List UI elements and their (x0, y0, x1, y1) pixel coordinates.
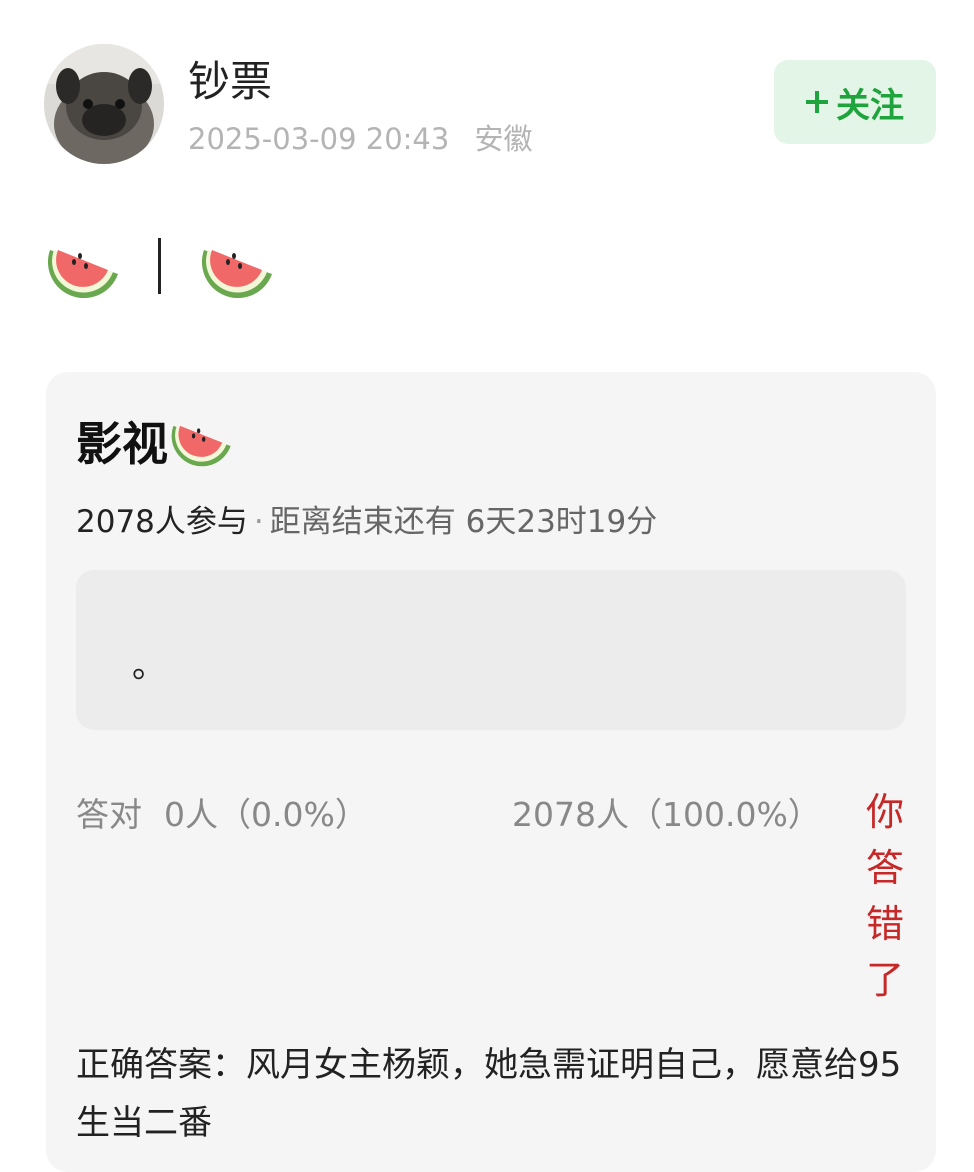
avatar[interactable] (44, 44, 164, 164)
countdown: 距离结束还有 6天23时19分 (269, 504, 658, 540)
pug-avatar-icon (44, 44, 164, 164)
plus-icon (806, 91, 828, 113)
quiz-title: 影视 (76, 408, 234, 474)
quiz-option[interactable]: 。 (76, 570, 906, 730)
correct-label: 答对 (76, 795, 142, 834)
correct-answer-text: 正确答案：风月女主杨颖，她急需证明自己，愿意给95生当二番 (76, 1045, 902, 1143)
follow-button[interactable]: 关注 (774, 60, 936, 144)
participant-count: 2078人参与 (76, 504, 248, 540)
author-name[interactable]: 钞票 (188, 48, 272, 109)
correct-value: 0人（0.0%） (164, 795, 368, 834)
quiz-card[interactable]: 影视 2078人参与 · 距离结束还有 6天23时19分 。 答对 0人（0.0%） … (46, 372, 936, 1172)
wrong-answer-label: 你答错了 (866, 790, 905, 1002)
option-text: 。 (132, 646, 166, 686)
watermelon-icon (171, 425, 231, 467)
text-divider (158, 238, 161, 294)
follow-label: 关注 (836, 85, 904, 126)
wrong-stat: 2078人（100.0%） (512, 795, 821, 834)
correct-stat: 答对 0人（0.0%） (76, 788, 368, 836)
post-location: 安徽 (474, 122, 533, 156)
watermelon-icon (47, 250, 118, 299)
stats-separator: · (253, 504, 264, 540)
quiz-title-text: 影视 (76, 417, 168, 471)
post-meta: 2025-03-09 20:43 安徽 (188, 116, 533, 158)
post-timestamp: 2025-03-09 20:43 (188, 122, 450, 156)
watermelon-icon (201, 250, 272, 299)
quiz-stats: 2078人参与 · 距离结束还有 6天23时19分 (76, 496, 657, 541)
